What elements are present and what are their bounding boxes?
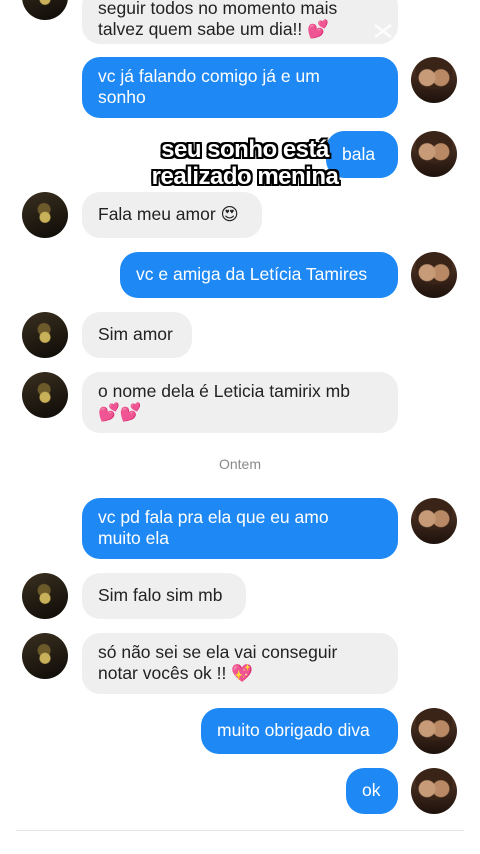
user-avatar[interactable] bbox=[411, 498, 457, 544]
contact-avatar[interactable] bbox=[22, 372, 68, 418]
user-avatar[interactable] bbox=[411, 57, 457, 103]
message-bubble-incoming[interactable]: Sim amor bbox=[82, 312, 192, 358]
capcut-watermark: CapCut bbox=[372, 22, 457, 40]
message-bubble-outgoing[interactable]: vc já falando comigo já e um sonho bbox=[82, 57, 398, 118]
message-bubble-outgoing[interactable]: vc pd fala pra ela que eu amo muito ela bbox=[82, 498, 398, 559]
message-bubble-incoming[interactable]: só não sei se ela vai conseguir notar vo… bbox=[82, 633, 398, 694]
watermark-text: CapCut bbox=[397, 22, 457, 40]
date-separator: Ontem bbox=[218, 456, 261, 472]
contact-avatar[interactable] bbox=[22, 633, 68, 679]
message-bubble-outgoing[interactable]: ok bbox=[346, 768, 398, 814]
message-bubble-outgoing[interactable]: vc e amiga da Letícia Tamires bbox=[120, 252, 398, 298]
message-bubble-incoming[interactable]: o nome dela é Leticia tamirix mb 💕💕 bbox=[82, 372, 398, 433]
user-avatar[interactable] bbox=[411, 708, 457, 754]
message-bubble-incoming[interactable]: Sim falo sim mb bbox=[82, 573, 246, 619]
contact-avatar[interactable] bbox=[22, 312, 68, 358]
contact-avatar[interactable] bbox=[22, 192, 68, 238]
video-caption-overlay: seu sonho está realizado menina bbox=[151, 136, 339, 190]
user-avatar[interactable] bbox=[411, 252, 457, 298]
capcut-logo-icon bbox=[374, 24, 392, 38]
message-bubble-incoming[interactable]: Fala meu amor 😍 bbox=[82, 192, 262, 238]
message-bubble-incoming[interactable]: seguir todos no momento mais talvez quem… bbox=[82, 0, 398, 44]
contact-avatar[interactable] bbox=[22, 573, 68, 619]
user-avatar[interactable] bbox=[411, 768, 457, 814]
contact-avatar[interactable] bbox=[22, 0, 68, 20]
divider bbox=[16, 830, 464, 831]
message-bubble-outgoing[interactable]: muito obrigado diva bbox=[201, 708, 398, 754]
user-avatar[interactable] bbox=[411, 131, 457, 177]
